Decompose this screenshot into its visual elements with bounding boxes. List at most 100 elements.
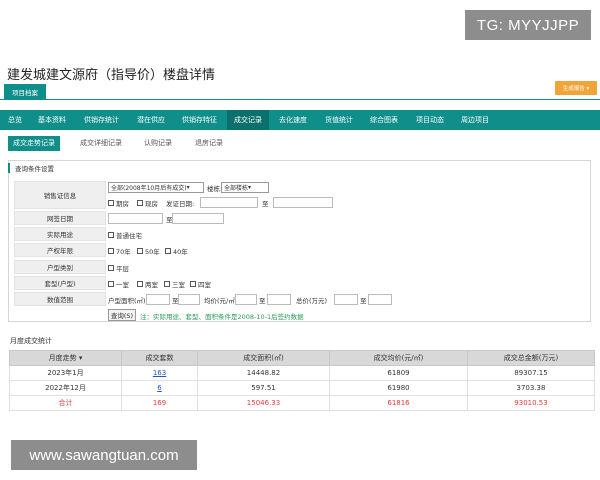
checkbox-label: 平层 (116, 264, 129, 273)
checkbox-label: 现房 (145, 199, 158, 208)
checkbox-icon (164, 280, 170, 287)
monthly-stats-table: 月度走势 ▾ 成交套数 成交面积(㎡) 成交均价(元/㎡) 成交总金额(万元) … (9, 350, 595, 411)
area-min-input[interactable] (146, 294, 170, 305)
cell-avg-price: 61980 (329, 380, 468, 396)
checkbox-ordinary-residence[interactable]: 普通住宅 (108, 229, 142, 240)
checkbox-label: 70年 (116, 247, 131, 256)
tab-project-archive[interactable]: 项目档案 (4, 84, 46, 100)
label-sign-date: 网签日期 (14, 211, 106, 225)
generate-report-button[interactable]: 生成报告 ▾ (555, 81, 597, 95)
query-note: 注：实际用途、套型、面积条件是2008-10-1后签约数据 (140, 313, 304, 321)
checkbox-one-room[interactable]: 一室 (108, 278, 129, 289)
label-sales-permit: 销售证信息 (14, 181, 106, 209)
nav-potential-supply[interactable]: 潜在供应 (137, 110, 165, 130)
nav-supply-features[interactable]: 供销存特征 (182, 110, 217, 130)
checkbox-icon (137, 199, 143, 206)
total-price-max-input[interactable] (368, 294, 392, 305)
building-select[interactable]: 全部楼栋 ▾ (221, 182, 269, 193)
label-value-range: 数值范围 (14, 292, 106, 306)
cell-count: 169 (121, 395, 198, 411)
building-label: 楼栋: (207, 184, 223, 193)
checkbox-label: 两室 (145, 280, 158, 289)
label-unit-type: 套型(户型) (14, 276, 106, 290)
nav-value-stats[interactable]: 货值统计 (325, 110, 353, 130)
cell-count: 6 (121, 380, 198, 396)
column-header-total-amount: 成交总金额(万元) (467, 350, 595, 366)
checkbox-70-years[interactable]: 70年 (108, 245, 131, 256)
label-actual-usage: 实际用途 (14, 227, 106, 241)
nav-nearby-projects[interactable]: 周边项目 (461, 110, 489, 130)
table-total-row: 合计 169 15046.33 61816 93010.53 (9, 395, 595, 411)
checkbox-completed[interactable]: 现房 (137, 197, 158, 208)
cell-total-amount: 89307.15 (467, 365, 595, 381)
table-header-row: 月度走势 ▾ 成交套数 成交面积(㎡) 成交均价(元/㎡) 成交总金额(万元) (9, 350, 595, 366)
sales-period-select[interactable]: 全部(2008年10月后有成交) ▾ (108, 182, 204, 193)
checkbox-icon (137, 247, 143, 254)
cell-count: 163 (121, 365, 198, 381)
checkbox-presale[interactable]: 期房 (108, 197, 129, 208)
sign-date-from-input[interactable] (108, 213, 163, 224)
nav-project-news[interactable]: 项目动态 (416, 110, 444, 130)
nav-supply-stats[interactable]: 供销存统计 (84, 110, 119, 130)
subtab-refund[interactable]: 退房记录 (195, 136, 223, 151)
cell-area: 597.51 (197, 380, 330, 396)
total-price-range-label: 总价(万元) (296, 296, 328, 305)
checkbox-50-years[interactable]: 50年 (137, 245, 160, 256)
checkbox-flat[interactable]: 平层 (108, 262, 129, 273)
nav-overview[interactable]: 总览 (8, 110, 22, 130)
checkbox-three-rooms[interactable]: 三室 (164, 278, 185, 289)
column-header-count: 成交套数 (121, 350, 198, 366)
unit-price-range-label: 均价(元/㎡) (204, 296, 238, 305)
nav-absorption-speed[interactable]: 去化速度 (279, 110, 307, 130)
checkbox-label: 40年 (173, 247, 188, 256)
checkbox-two-rooms[interactable]: 两室 (137, 278, 158, 289)
building-value: 全部楼栋 (224, 185, 249, 192)
issue-date-to-label: 至 (262, 199, 269, 208)
sign-date-to-input[interactable] (172, 213, 224, 224)
cell-month: 合计 (9, 395, 122, 411)
checkbox-40-years[interactable]: 40年 (165, 245, 188, 256)
chevron-down-icon: ▾ (248, 184, 252, 191)
subtab-subscription[interactable]: 认购记录 (144, 136, 172, 151)
sales-period-value: 全部(2008年10月后有成交) (111, 185, 187, 192)
watermark-top: TG: MYYJJPP (465, 10, 591, 40)
checkbox-icon (190, 280, 196, 287)
checkbox-four-rooms[interactable]: 四室 (190, 278, 211, 289)
checkbox-label: 50年 (145, 247, 160, 256)
cell-month: 2023年1月 (9, 365, 122, 381)
nav-charts[interactable]: 综合图表 (370, 110, 398, 130)
issue-date-from-input[interactable] (200, 197, 258, 208)
table-row: 2022年12月 6 597.51 61980 3703.38 (9, 380, 595, 396)
checkbox-label: 四室 (198, 280, 211, 289)
checkbox-label: 一室 (116, 280, 129, 289)
count-link[interactable]: 163 (153, 369, 166, 377)
subtab-detail[interactable]: 成交详细记录 (80, 136, 122, 151)
count-link[interactable]: 6 (157, 384, 161, 392)
unit-price-min-input[interactable] (235, 294, 257, 305)
column-header-area: 成交面积(㎡) (197, 350, 330, 366)
cell-total-amount: 3703.38 (467, 380, 595, 396)
cell-area: 15046.33 (197, 395, 330, 411)
column-header-month[interactable]: 月度走势 ▾ (9, 350, 122, 366)
checkbox-icon (137, 280, 143, 287)
checkbox-label: 普通住宅 (116, 231, 142, 240)
checkbox-label: 期房 (116, 199, 129, 208)
column-header-avg-price: 成交均价(元/㎡) (329, 350, 468, 366)
stats-title: 月度成交统计 (10, 337, 52, 345)
query-title: 查询条件设置 (8, 163, 54, 173)
checkbox-icon (165, 247, 171, 254)
subtab-trend[interactable]: 成交走势记录 (8, 136, 60, 151)
label-unit-class: 户型类别 (14, 260, 106, 274)
area-range-label: 户型面积(㎡) (108, 296, 146, 305)
unit-price-max-input[interactable] (267, 294, 291, 305)
main-nav: 总览 基本资料 供销存统计 潜在供应 供销存特征 成交记录 去化速度 货值统计 … (0, 110, 600, 130)
total-price-min-input[interactable] (334, 294, 358, 305)
checkbox-icon (108, 231, 114, 238)
query-button[interactable]: 查询(S) (108, 309, 136, 321)
issue-date-to-input[interactable] (273, 197, 333, 208)
area-max-input[interactable] (178, 294, 200, 305)
cell-avg-price: 61809 (329, 365, 468, 381)
checkbox-icon (108, 199, 114, 206)
nav-transactions[interactable]: 成交记录 (227, 110, 269, 130)
nav-basic-info[interactable]: 基本资料 (38, 110, 66, 130)
